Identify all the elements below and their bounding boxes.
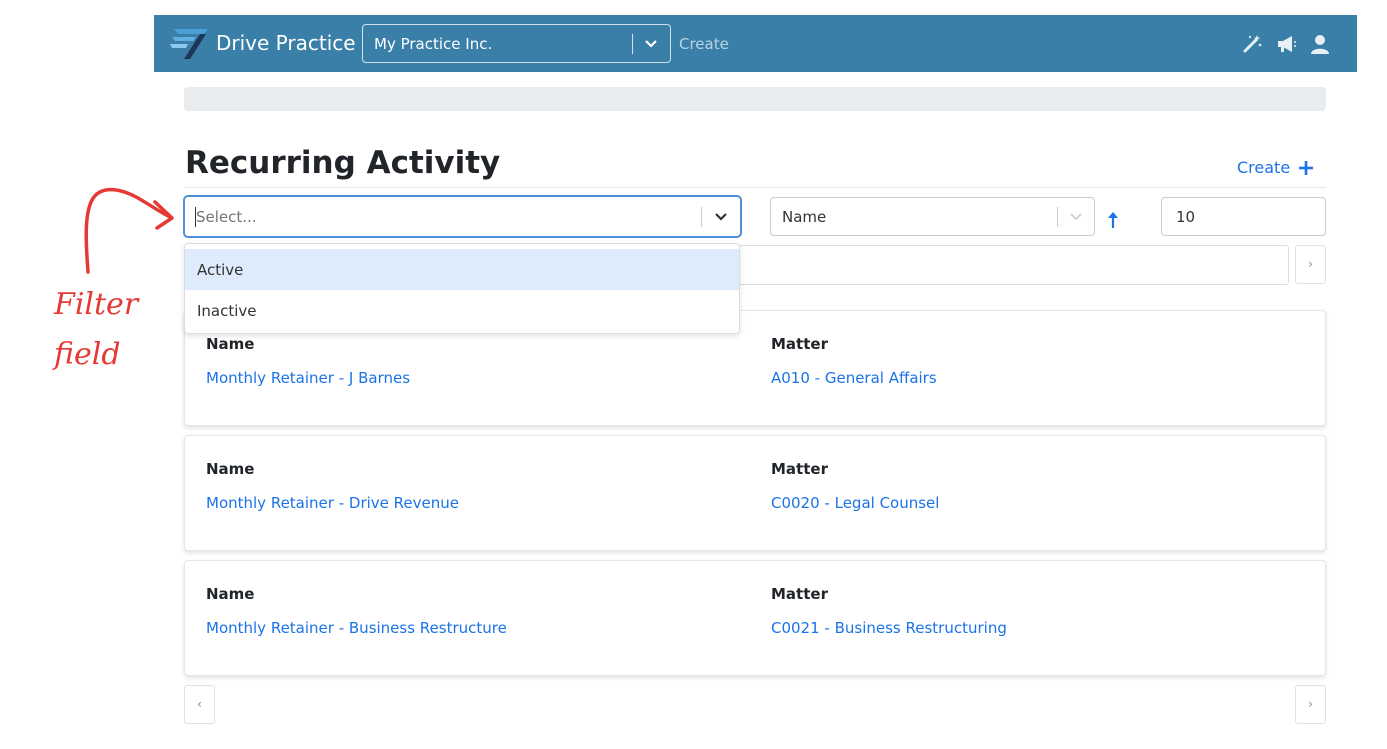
nav-create-link[interactable]: Create: [679, 35, 729, 53]
page: Drive Practice My Practice Inc. Create R…: [0, 0, 1387, 749]
nav-icons: [1241, 33, 1331, 55]
name-label: Name: [206, 460, 255, 478]
matter-label: Matter: [771, 585, 828, 603]
matter-label: Matter: [771, 460, 828, 478]
activity-name-link[interactable]: Monthly Retainer - Drive Revenue: [206, 494, 459, 512]
magic-wand-icon[interactable]: [1241, 33, 1263, 55]
select-divider: [1057, 207, 1058, 227]
option-label: Inactive: [197, 302, 257, 320]
sort-ascending-icon[interactable]: [1106, 211, 1120, 229]
matter-link[interactable]: C0021 - Business Restructuring: [771, 619, 1007, 637]
chevron-down-icon[interactable]: [642, 37, 660, 51]
practice-select-value: My Practice Inc.: [374, 35, 493, 53]
page-size-input[interactable]: 10: [1161, 197, 1326, 236]
plus-icon: [1299, 160, 1314, 175]
chevron-down-icon[interactable]: [1068, 210, 1084, 224]
annotation-text: Filter: [54, 287, 139, 322]
name-label: Name: [206, 585, 255, 603]
status-option-inactive[interactable]: Inactive: [185, 290, 739, 331]
chevron-down-icon[interactable]: [713, 210, 729, 224]
activity-name-link[interactable]: Monthly Retainer - Business Restructure: [206, 619, 507, 637]
next-page-button[interactable]: ›: [1295, 245, 1326, 284]
top-navbar: Drive Practice My Practice Inc. Create: [154, 15, 1357, 72]
recurring-activity-card: Name Matter Monthly Retainer - Drive Rev…: [184, 435, 1326, 551]
status-option-active[interactable]: Active: [185, 249, 739, 290]
brand[interactable]: Drive Practice: [170, 25, 356, 61]
page-title: Recurring Activity: [185, 145, 501, 181]
option-label: Active: [197, 261, 244, 279]
sort-by-value: Name: [782, 208, 827, 226]
annotation-text: field: [54, 337, 121, 372]
status-filter-placeholder: Select...: [196, 208, 257, 226]
sort-by-select[interactable]: Name: [770, 197, 1095, 236]
practice-select[interactable]: My Practice Inc.: [362, 24, 671, 63]
matter-link[interactable]: A010 - General Affairs: [771, 369, 937, 387]
loading-bar: [184, 87, 1326, 111]
matter-link[interactable]: C0020 - Legal Counsel: [771, 494, 939, 512]
select-divider: [701, 207, 702, 227]
select-divider: [632, 34, 633, 54]
previous-page-button[interactable]: ‹: [184, 685, 215, 724]
user-icon[interactable]: [1309, 33, 1331, 55]
page-size-value: 10: [1176, 208, 1196, 226]
status-filter-menu: Active Inactive: [184, 243, 740, 334]
next-page-button[interactable]: ›: [1295, 685, 1326, 724]
recurring-activity-card: Name Matter Monthly Retainer - Business …: [184, 560, 1326, 676]
activity-name-link[interactable]: Monthly Retainer - J Barnes: [206, 369, 410, 387]
divider: [184, 187, 1326, 188]
app-name: Drive Practice: [216, 31, 356, 55]
create-button-label: Create: [1237, 158, 1291, 177]
drive-practice-logo-icon: [170, 29, 208, 59]
matter-label: Matter: [771, 335, 828, 353]
name-label: Name: [206, 335, 255, 353]
megaphone-icon[interactable]: [1275, 33, 1297, 55]
status-filter-select[interactable]: Select...: [184, 196, 741, 237]
create-button[interactable]: Create: [1237, 158, 1314, 177]
